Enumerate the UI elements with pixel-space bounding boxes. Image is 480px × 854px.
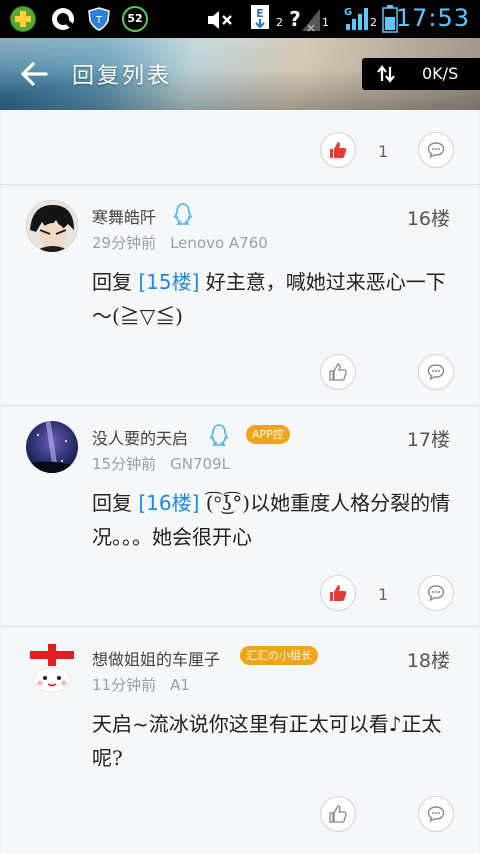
signal-g-icon: G xyxy=(342,4,372,32)
device-name: A1 xyxy=(170,676,190,694)
reply-content: 回复 [15楼] 好主意，喊她过来恶心一下～(≧▽≦) xyxy=(92,265,462,333)
signal-label: 2 xyxy=(370,16,377,29)
app-plus-icon xyxy=(10,6,36,32)
reply-card: 想做姐姐的车厘子 汇汇の小组长 11分钟前 A1 18楼 天启~流冰说你这里有正太… xyxy=(2,628,478,854)
post-time: 29分钟前 xyxy=(92,234,157,252)
mute-icon xyxy=(206,9,234,31)
divider xyxy=(0,626,480,627)
svg-text:T: T xyxy=(95,15,103,26)
device-name: GN709L xyxy=(170,455,230,473)
header-bar: 回复列表 0K/S xyxy=(0,38,480,110)
svg-text:G: G xyxy=(344,7,352,18)
download-e-icon: E xyxy=(250,4,276,32)
username[interactable]: 没人要的天启 xyxy=(92,425,188,449)
username[interactable]: 想做姐姐的车厘子 xyxy=(92,646,220,670)
user-badge: APP控 xyxy=(246,425,290,444)
shield-icon: T xyxy=(86,6,112,32)
reply-prefix: 回复 xyxy=(92,491,132,515)
qq-icon xyxy=(172,202,194,226)
avatar[interactable] xyxy=(26,200,78,252)
svg-text:?: ? xyxy=(289,7,301,31)
reply-meta: 11分钟前 A1 xyxy=(92,674,190,695)
reply-meta: 29分钟前 Lenovo A760 xyxy=(92,232,268,253)
divider xyxy=(0,405,480,406)
floor-number: 18楼 xyxy=(406,650,450,672)
svg-text:E: E xyxy=(256,7,264,20)
search-q-icon xyxy=(50,6,76,32)
back-arrow-icon[interactable] xyxy=(20,62,48,86)
page-title: 回复列表 xyxy=(72,64,173,89)
reply-prefix: 回复 xyxy=(92,270,132,294)
avatar[interactable] xyxy=(26,642,78,694)
like-button[interactable] xyxy=(320,575,356,611)
transfer-arrows-icon xyxy=(376,64,396,84)
device-name: Lenovo A760 xyxy=(170,234,268,252)
net-speed-text: 0K/S xyxy=(422,64,459,83)
like-button[interactable] xyxy=(320,354,356,390)
like-count: 1 xyxy=(378,585,389,604)
floor-number: 17楼 xyxy=(406,429,450,451)
reply-text: 天启~流冰说你这里有正太可以看♪正太呢? xyxy=(92,712,442,770)
no-sim-signal-icon: ? xyxy=(286,5,322,33)
post-time: 11分钟前 xyxy=(92,676,157,694)
reply-floor-link[interactable]: [16楼] xyxy=(138,491,199,515)
sim1-label: 2 xyxy=(276,16,283,29)
like-button[interactable] xyxy=(320,796,356,832)
sim2-label: 1 xyxy=(322,16,329,29)
status-bar: T 52 E 2 ? 1 G 2 17:53 xyxy=(0,0,480,38)
reply-content: 天启~流冰说你这里有正太可以看♪正太呢? xyxy=(92,707,462,775)
reply-card: 寒舞皓阡 29分钟前 Lenovo A760 16楼 回复 [15楼] 好主意，喊… xyxy=(2,186,478,404)
post-time: 15分钟前 xyxy=(92,455,157,473)
floor-number: 16楼 xyxy=(406,208,450,230)
previous-reply-tail: 1 xyxy=(2,110,478,184)
reply-content: 回复 [16楼] (͡°͜ʖ͡°)以她重度人格分裂的情况。。。她会很开心 xyxy=(92,486,462,554)
battery-saver-badge: 52 xyxy=(122,6,148,32)
comment-button[interactable] xyxy=(418,354,454,390)
like-count: 1 xyxy=(378,142,389,161)
comment-button[interactable] xyxy=(418,132,454,168)
reply-floor-link[interactable]: [15楼] xyxy=(138,270,199,294)
qq-icon xyxy=(208,423,230,447)
reply-card: 没人要的天启 APP控 15分钟前 GN709L 17楼 回复 [16楼] (͡°… xyxy=(2,407,478,625)
divider xyxy=(0,184,480,185)
reply-meta: 15分钟前 GN709L xyxy=(92,453,230,474)
user-badge: 汇汇の小组长 xyxy=(240,646,318,665)
comment-button[interactable] xyxy=(418,796,454,832)
clock: 17:53 xyxy=(395,4,470,32)
net-speed-indicator: 0K/S xyxy=(362,58,480,90)
avatar[interactable] xyxy=(26,421,78,473)
comment-button[interactable] xyxy=(418,575,454,611)
username[interactable]: 寒舞皓阡 xyxy=(92,204,156,228)
like-button[interactable] xyxy=(320,132,356,168)
